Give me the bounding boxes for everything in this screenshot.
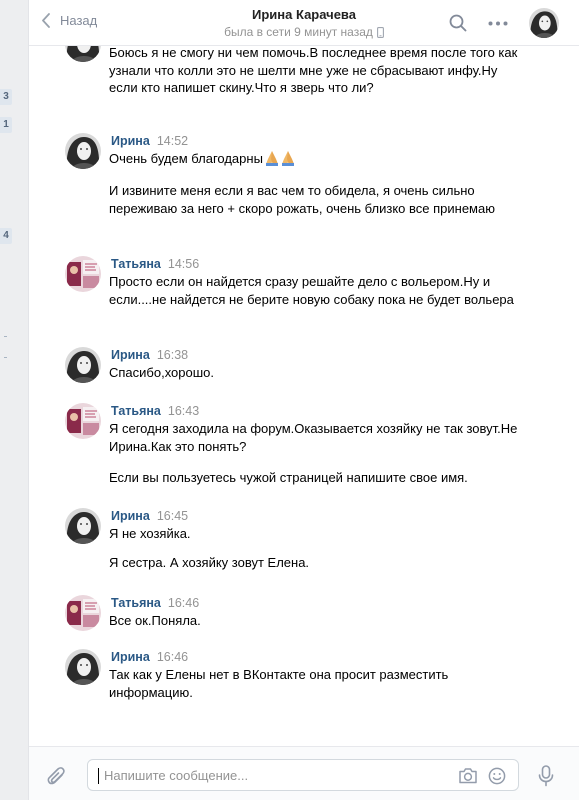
message-author: Ирина 16:45: [111, 508, 188, 524]
avatar-photo-irina: [529, 8, 559, 38]
message-text: Так как у Елены нет в ВКонтакте она прос…: [109, 667, 449, 700]
message-time[interactable]: 16:46: [157, 650, 188, 664]
message-author: Татьяна 14:56: [111, 256, 199, 272]
avatar-photo-irina: [65, 133, 101, 169]
paperclip-icon[interactable]: [47, 766, 67, 788]
avatar-photo-irina: [65, 649, 101, 685]
message-text: Боюсь я не смогу ни чем помочь.В последн…: [109, 46, 518, 95]
author-avatar[interactable]: [65, 133, 101, 169]
left-sidebar-strip: 3 1 4: [0, 0, 28, 800]
author-avatar[interactable]: [65, 403, 101, 439]
author-name[interactable]: Татьяна: [111, 404, 161, 418]
message-text: Я не хозяйка.: [109, 526, 191, 541]
message-text: Если вы пользуетесь чужой страницей напи…: [109, 470, 468, 485]
peer-name[interactable]: Ирина Карачева: [179, 7, 429, 23]
message-composer: Напишите сообщение...: [29, 746, 579, 800]
message-time[interactable]: 14:52: [157, 134, 188, 148]
peer-online-status: была в сети 9 минут назад: [179, 25, 429, 40]
message-history[interactable]: Боюсь я не смогу ни чем помочь.В последн…: [29, 46, 579, 746]
sidebar-divider: [4, 357, 7, 358]
message-author: Татьяна 16:43: [111, 403, 199, 419]
author-name[interactable]: Ирина: [111, 134, 150, 148]
chevron-left-icon: [42, 13, 50, 28]
text-cursor: [98, 768, 99, 784]
message-text: Я сестра. А хозяйку зовут Елена.: [109, 555, 310, 570]
message-text: Просто если он найдется сразу решайте де…: [109, 274, 514, 307]
chat-title[interactable]: Ирина Карачева была в сети 9 минут назад: [179, 7, 429, 40]
author-avatar[interactable]: [65, 256, 101, 292]
message-input[interactable]: Напишите сообщение...: [87, 759, 519, 791]
author-avatar[interactable]: [65, 46, 101, 62]
peer-status-text: была в сети 9 минут назад: [224, 25, 373, 39]
message-author: Ирина 16:46: [111, 649, 188, 665]
sidebar-divider: [4, 336, 7, 337]
message-time[interactable]: 14:56: [168, 257, 199, 271]
peer-avatar[interactable]: [529, 8, 559, 38]
author-name[interactable]: Ирина: [111, 509, 150, 523]
camera-icon[interactable]: [458, 767, 478, 784]
message-author: Ирина 14:52: [111, 133, 188, 149]
more-dots-icon[interactable]: [488, 21, 508, 26]
message-text: Очень будем благодарны: [109, 150, 519, 168]
message-author: Ирина 16:38: [111, 347, 188, 363]
message-text: Я сегодня заходила на форум.Оказывается …: [109, 421, 518, 454]
author-name[interactable]: Татьяна: [111, 596, 161, 610]
author-avatar[interactable]: [65, 649, 101, 685]
message-time[interactable]: 16:46: [168, 596, 199, 610]
message-author: Татьяна 16:46: [111, 595, 199, 611]
back-label: Назад: [60, 13, 98, 28]
message-paragraph: Очень будем благодарны: [109, 151, 263, 166]
author-avatar[interactable]: [65, 595, 101, 631]
search-icon[interactable]: [449, 14, 467, 32]
message-input-placeholder: Напишите сообщение...: [104, 768, 249, 783]
message-text: Спасибо,хорошо.: [109, 365, 215, 380]
avatar-photo-tatiana: [65, 595, 101, 631]
sidebar-counter-badge[interactable]: 1: [0, 117, 12, 133]
message-time[interactable]: 16:38: [157, 348, 188, 362]
message-text: И извините меня если я вас чем то обидел…: [109, 183, 495, 216]
chat-header: Назад Ирина Карачева была в сети 9 минут…: [29, 0, 579, 46]
mobile-phone-icon: [376, 27, 384, 38]
praying-hands-emoji: [265, 151, 294, 166]
author-avatar[interactable]: [65, 347, 101, 383]
avatar-photo-irina: [65, 508, 101, 544]
avatar-photo-tatiana: [65, 256, 101, 292]
message-time[interactable]: 16:43: [168, 404, 199, 418]
back-button[interactable]: Назад: [41, 13, 97, 28]
author-name[interactable]: Ирина: [111, 348, 150, 362]
smile-icon[interactable]: [488, 767, 506, 785]
message-time[interactable]: 16:45: [157, 509, 188, 523]
message-text: Все ок.Поняла.: [109, 613, 201, 628]
sidebar-counter-badge[interactable]: 3: [0, 89, 12, 105]
avatar-photo-irina: [65, 347, 101, 383]
author-name[interactable]: Ирина: [111, 650, 150, 664]
avatar-photo-tatiana: [65, 403, 101, 439]
chat-panel: Назад Ирина Карачева была в сети 9 минут…: [28, 0, 579, 800]
sidebar-counter-badge[interactable]: 4: [0, 228, 12, 244]
author-name[interactable]: Татьяна: [111, 257, 161, 271]
author-avatar[interactable]: [65, 508, 101, 544]
microphone-icon[interactable]: [538, 765, 554, 787]
avatar-photo-irina: [65, 46, 101, 62]
